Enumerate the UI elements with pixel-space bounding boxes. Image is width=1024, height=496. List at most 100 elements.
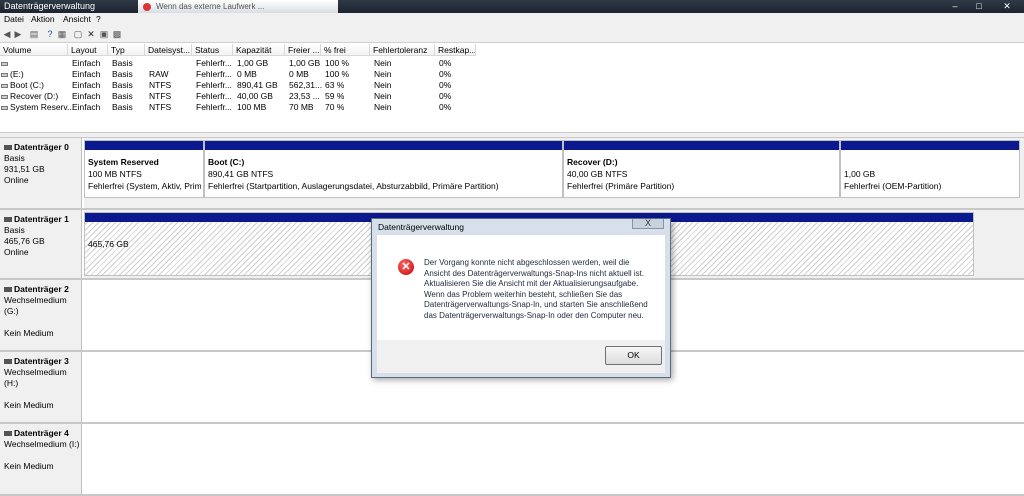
disk-2-info[interactable]: Datenträger 2 Wechselmedium (G:) Kein Me… bbox=[0, 280, 82, 350]
table-row[interactable]: Boot (C:) Einfach Basis NTFS Fehlerfr...… bbox=[0, 80, 480, 91]
partition-size: 465,76 GB bbox=[88, 239, 129, 249]
dialog-title: Datenträgerverwaltung bbox=[378, 222, 464, 232]
cell-status: Fehlerfr... bbox=[196, 102, 232, 112]
cell-layout: Einfach bbox=[72, 91, 101, 101]
menu-datei[interactable]: Datei bbox=[4, 14, 24, 24]
menu-bar: Datei Aktion Ansicht ? bbox=[0, 13, 1024, 26]
menu-ansicht[interactable]: Ansicht bbox=[63, 14, 91, 24]
volume-icon bbox=[1, 83, 8, 88]
partition-name: Boot (C:) bbox=[208, 157, 245, 167]
refresh-icon[interactable]: ▩ bbox=[112, 29, 122, 39]
partition-size: 890,41 GB NTFS bbox=[208, 169, 274, 179]
close-icon[interactable]: ✕ bbox=[992, 0, 1022, 13]
menu-aktion[interactable]: Aktion bbox=[31, 14, 55, 24]
col-restkapazitaet[interactable]: Restkap... bbox=[435, 44, 476, 56]
cell-status: Fehlerfr... bbox=[196, 69, 232, 79]
col-fehlertoleranz[interactable]: Fehlertoleranz bbox=[370, 44, 435, 56]
minimize-icon[interactable]: – bbox=[944, 0, 966, 13]
back-icon[interactable]: ◀ bbox=[2, 29, 12, 39]
disk-3-info[interactable]: Datenträger 3 Wechselmedium (H:) Kein Me… bbox=[0, 352, 82, 422]
cell-kapazitaet: 1,00 GB bbox=[237, 58, 269, 68]
disk-size: 931,51 GB bbox=[4, 164, 45, 174]
cell-prozent-frei: 63 % bbox=[325, 80, 345, 90]
partition-bar bbox=[205, 141, 562, 150]
col-prozent-frei[interactable]: % frei bbox=[321, 44, 370, 56]
toolbar: ◀ ▶ ▤ ? ▦ ▢ ✕ ▣ ▩ bbox=[0, 26, 1024, 43]
cell-dateisystem: NTFS bbox=[149, 91, 172, 101]
partition-size: 1,00 GB bbox=[844, 169, 876, 179]
partition-recover[interactable]: Recover (D:) 40,00 GB NTFS Fehlerfrei (P… bbox=[563, 140, 840, 198]
cell-status: Fehlerfr... bbox=[196, 91, 232, 101]
delete-icon[interactable]: ✕ bbox=[86, 29, 96, 39]
partition-name: System Reserved bbox=[88, 157, 159, 167]
message-line: Datenträgerverwaltungs-Snap-In, und star… bbox=[424, 300, 648, 309]
ok-button[interactable]: OK bbox=[605, 346, 662, 365]
dialog-close-button[interactable]: X bbox=[632, 219, 664, 229]
help-icon[interactable]: ? bbox=[45, 29, 55, 39]
disk-0[interactable]: Datenträger 0 Basis 931,51 GB Online Sys… bbox=[0, 138, 1024, 210]
col-typ[interactable]: Typ bbox=[108, 44, 145, 56]
table-row[interactable]: Einfach Basis Fehlerfr... 1,00 GB 1,00 G… bbox=[0, 58, 480, 69]
cell-layout: Einfach bbox=[72, 80, 101, 90]
table-row[interactable]: Recover (D:) Einfach Basis NTFS Fehlerfr… bbox=[0, 91, 480, 102]
cell-typ: Basis bbox=[112, 91, 133, 101]
cell-kapazitaet: 0 MB bbox=[237, 69, 257, 79]
cell-dateisystem: NTFS bbox=[149, 80, 172, 90]
col-freier[interactable]: Freier ... bbox=[285, 44, 321, 56]
disk-0-info[interactable]: Datenträger 0 Basis 931,51 GB Online bbox=[0, 138, 82, 208]
cell-layout: Einfach bbox=[72, 58, 101, 68]
col-status[interactable]: Status bbox=[192, 44, 233, 56]
cell-typ: Basis bbox=[112, 69, 133, 79]
message-line: das Datenträgerverwaltungs-Snap-In oder … bbox=[424, 310, 644, 320]
cell-fehlertoleranz: Nein bbox=[374, 80, 392, 90]
message-line: Ansicht des Datenträgerverwaltungs-Snap-… bbox=[424, 268, 645, 278]
disk-name: Datenträger 2 bbox=[14, 284, 69, 294]
disk-status: Kein Medium bbox=[4, 461, 54, 471]
table-row[interactable]: (E:) Einfach Basis RAW Fehlerfr... 0 MB … bbox=[0, 69, 480, 80]
maximize-icon[interactable]: □ bbox=[968, 0, 990, 13]
cell-restkapazitaet: 0% bbox=[439, 58, 452, 68]
disk-type: Basis bbox=[4, 225, 25, 235]
col-layout[interactable]: Layout bbox=[68, 44, 108, 56]
disk-status: Kein Medium bbox=[4, 400, 54, 410]
menu-help[interactable]: ? bbox=[96, 14, 101, 24]
cell-restkapazitaet: 0% bbox=[439, 80, 452, 90]
background-browser-tab[interactable]: Wenn das externe Laufwerk ... bbox=[138, 0, 338, 13]
partition-oem[interactable]: 1,00 GB Fehlerfrei (OEM-Partition) bbox=[840, 140, 1020, 198]
message-line: Der Vorgang konnte nicht abgeschlossen w… bbox=[424, 258, 630, 267]
cell-freier: 562,31... bbox=[289, 80, 323, 90]
properties-icon[interactable]: ▢ bbox=[73, 29, 83, 39]
cell-dateisystem: NTFS bbox=[149, 102, 172, 112]
volume-list[interactable]: Volume Layout Typ Dateisyst... Status Ka… bbox=[0, 44, 1024, 132]
volume-icon bbox=[1, 105, 8, 110]
message-line: Wenn das Problem weiterhin besteht, schl… bbox=[424, 289, 623, 299]
cell-status: Fehlerfr... bbox=[196, 58, 232, 68]
list-icon[interactable]: ▤ bbox=[29, 29, 39, 39]
browser-tab-icon bbox=[143, 3, 151, 11]
col-dateisystem[interactable]: Dateisyst... bbox=[145, 44, 192, 56]
list2-icon[interactable]: ▦ bbox=[57, 29, 67, 39]
disk-4-info[interactable]: Datenträger 4 Wechselmedium (I:) Kein Me… bbox=[0, 424, 82, 494]
forward-icon[interactable]: ▶ bbox=[13, 29, 23, 39]
disk-name: Datenträger 3 bbox=[14, 356, 69, 366]
col-volume[interactable]: Volume bbox=[0, 44, 68, 56]
table-row[interactable]: System Reserv... Einfach Basis NTFS Fehl… bbox=[0, 102, 480, 113]
volume-icon bbox=[1, 94, 8, 99]
disk-4[interactable]: Datenträger 4 Wechselmedium (I:) Kein Me… bbox=[0, 424, 1024, 496]
disk-status: Kein Medium bbox=[4, 328, 54, 338]
check-icon[interactable]: ▣ bbox=[99, 29, 109, 39]
disk-1-info[interactable]: Datenträger 1 Basis 465,76 GB Online bbox=[0, 210, 82, 278]
cell-kapazitaet: 40,00 GB bbox=[237, 91, 273, 101]
disk-icon bbox=[4, 217, 12, 223]
cell-fehlertoleranz: Nein bbox=[374, 91, 392, 101]
cell-fehlertoleranz: Nein bbox=[374, 102, 392, 112]
cell-restkapazitaet: 0% bbox=[439, 69, 452, 79]
cell-volume: System Reserv... bbox=[10, 102, 75, 112]
partition-size: 100 MB NTFS bbox=[88, 169, 142, 179]
partition-boot[interactable]: Boot (C:) 890,41 GB NTFS Fehlerfrei (Sta… bbox=[204, 140, 563, 198]
cell-fehlertoleranz: Nein bbox=[374, 69, 392, 79]
partition-system-reserved[interactable]: System Reserved 100 MB NTFS Fehlerfrei (… bbox=[84, 140, 204, 198]
disk-name: Datenträger 1 bbox=[14, 214, 69, 224]
col-kapazitaet[interactable]: Kapazität bbox=[233, 44, 285, 56]
disk-icon bbox=[4, 287, 12, 293]
